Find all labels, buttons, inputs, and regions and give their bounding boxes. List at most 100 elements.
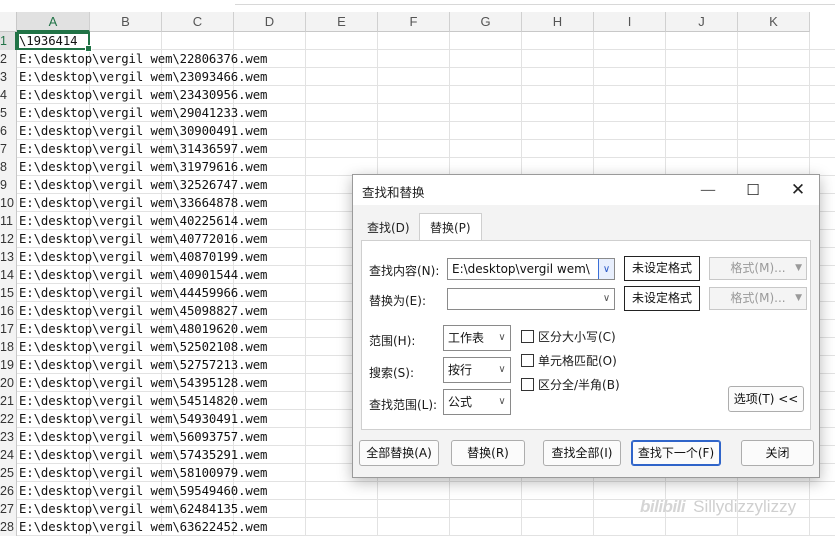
replace-format-label: 格式(M)... [730,291,786,305]
column-header-e[interactable]: E [306,12,378,32]
row-header[interactable]: 14 [0,266,17,284]
column-header-i[interactable]: I [594,12,666,32]
row-header[interactable]: 2 [0,50,17,68]
cell-a-value: E:\desktop\vergil wem\31436597.wem [19,142,268,156]
row-header[interactable]: 17 [0,320,17,338]
row-header[interactable]: 15 [0,284,17,302]
column-header-g[interactable]: G [450,12,522,32]
row-header[interactable]: 6 [0,122,17,140]
row-header[interactable]: 1 [0,32,17,50]
cell-a-value: E:\desktop\vergil wem\23093466.wem [19,70,268,84]
scope-value: 工作表 [448,331,485,345]
cell-a-value: E:\desktop\vergil wem\62484135.wem [19,502,268,516]
cell-a-value: E:\desktop\vergil wem\29041233.wem [19,106,268,120]
column-header-j[interactable]: J [666,12,738,32]
close-button[interactable]: 关闭 [741,440,814,466]
cell-a-value: E:\desktop\vergil wem\30900491.wem [19,124,268,138]
cell-a-value: E:\desktop\vergil wem\45098827.wem [19,304,268,318]
look-in-chevron-icon: ∨ [498,396,506,407]
cell-a-value: E:\desktop\vergil wem\52757213.wem [19,358,268,372]
row-header[interactable]: 27 [0,500,17,518]
find-dropdown-chevron-icon[interactable]: ∨ [598,259,614,279]
row-header[interactable]: 7 [0,140,17,158]
replace-button[interactable]: 替换(R) [451,440,525,466]
cell-a-value: E:\desktop\vergil wem\40901544.wem [19,268,268,282]
replace-with-label: 替换为(E): [369,294,426,308]
cell-a-value: E:\desktop\vergil wem\56093757.wem [19,430,268,444]
scope-chevron-icon: ∨ [498,332,506,343]
cell-a-value: E:\desktop\vergil wem\52502108.wem [19,340,268,354]
look-in-select[interactable]: 公式 ∨ [443,389,511,415]
match-entire-cell-box[interactable] [521,354,534,367]
search-order-chevron-icon: ∨ [498,364,506,375]
maximize-button[interactable]: ☐ [738,178,768,202]
bilibili-logo: bilibili [640,497,686,516]
cell-a-value: E:\desktop\vergil wem\54930491.wem [19,412,268,426]
cell-a-value: E:\desktop\vergil wem\58100979.wem [19,466,268,480]
match-entire-cell-checkbox[interactable]: 单元格匹配(O) [521,352,617,368]
column-header-d[interactable]: D [234,12,306,32]
scope-label: 范围(H): [369,334,416,348]
column-header-c[interactable]: C [162,12,234,32]
replace-format-button[interactable]: 格式(M)... ▼ [709,287,807,310]
tab-find[interactable]: 查找(D) [361,217,416,239]
row-header[interactable]: 23 [0,428,17,446]
column-header-f[interactable]: F [378,12,450,32]
row-header[interactable]: 16 [0,302,17,320]
row-header[interactable]: 22 [0,410,17,428]
row-header[interactable]: 12 [0,230,17,248]
active-cell-a1[interactable] [17,32,92,52]
row-header[interactable]: 21 [0,392,17,410]
match-case-label: 区分大小写(C) [538,330,616,344]
row-header[interactable]: 9 [0,176,17,194]
find-next-button[interactable]: 查找下一个(F) [631,440,721,466]
minimize-button[interactable]: — [693,178,723,202]
row-header[interactable]: 8 [0,158,17,176]
scope-select[interactable]: 工作表 ∨ [443,325,511,351]
find-format-button[interactable]: 格式(M)... ▼ [709,257,807,280]
find-replace-dialog: 查找和替换 — ☐ ✕ 查找(D) 替换(P) 查找内容(N): E:\desk… [352,174,820,478]
row-header[interactable]: 25 [0,464,17,482]
cell-a-value: E:\desktop\vergil wem\54514820.wem [19,394,268,408]
cell-a-value: E:\desktop\vergil wem\32526747.wem [19,178,268,192]
grid-column-line [305,32,306,536]
row-header[interactable]: 18 [0,338,17,356]
tab-replace[interactable]: 替换(P) [419,213,482,241]
row-header[interactable]: 26 [0,482,17,500]
cell-a-value: E:\desktop\vergil wem\57435291.wem [19,448,268,462]
row-header[interactable]: 19 [0,356,17,374]
row-header[interactable]: 24 [0,446,17,464]
column-header-h[interactable]: H [522,12,594,32]
row-header[interactable]: 20 [0,374,17,392]
replace-all-button[interactable]: 全部替换(A) [359,440,439,466]
select-all-corner[interactable] [0,12,17,32]
fill-handle[interactable] [85,45,92,52]
find-format-preview: 未设定格式 [624,256,700,281]
match-width-box[interactable] [521,378,534,391]
find-what-input[interactable]: E:\desktop\vergil wem\ ∨ [447,258,615,280]
row-header[interactable]: 28 [0,518,17,536]
cell-a-value: E:\desktop\vergil wem\33664878.wem [19,196,268,210]
row-header[interactable]: 11 [0,212,17,230]
find-all-button[interactable]: 查找全部(I) [543,440,621,466]
replace-dropdown-chevron-icon[interactable]: ∨ [598,289,614,309]
row-header[interactable]: 4 [0,86,17,104]
match-case-box[interactable] [521,330,534,343]
column-header-a[interactable]: A [17,12,90,32]
row-header[interactable]: 13 [0,248,17,266]
close-window-button[interactable]: ✕ [783,178,813,202]
cell-a-value: E:\desktop\vergil wem\40772016.wem [19,232,268,246]
cell-a-value: E:\desktop\vergil wem\63622452.wem [19,520,268,534]
column-header-k[interactable]: K [738,12,810,32]
match-width-label: 区分全/半角(B) [538,378,620,392]
dialog-titlebar[interactable]: 查找和替换 — ☐ ✕ [353,175,819,205]
row-header[interactable]: 5 [0,104,17,122]
match-width-checkbox[interactable]: 区分全/半角(B) [521,376,620,392]
row-header[interactable]: 10 [0,194,17,212]
options-button[interactable]: 选项(T) << [728,386,804,412]
search-order-select[interactable]: 按行 ∨ [443,357,511,383]
replace-with-input[interactable]: ∨ [447,288,615,310]
match-case-checkbox[interactable]: 区分大小写(C) [521,328,616,344]
column-header-b[interactable]: B [90,12,162,32]
row-header[interactable]: 3 [0,68,17,86]
